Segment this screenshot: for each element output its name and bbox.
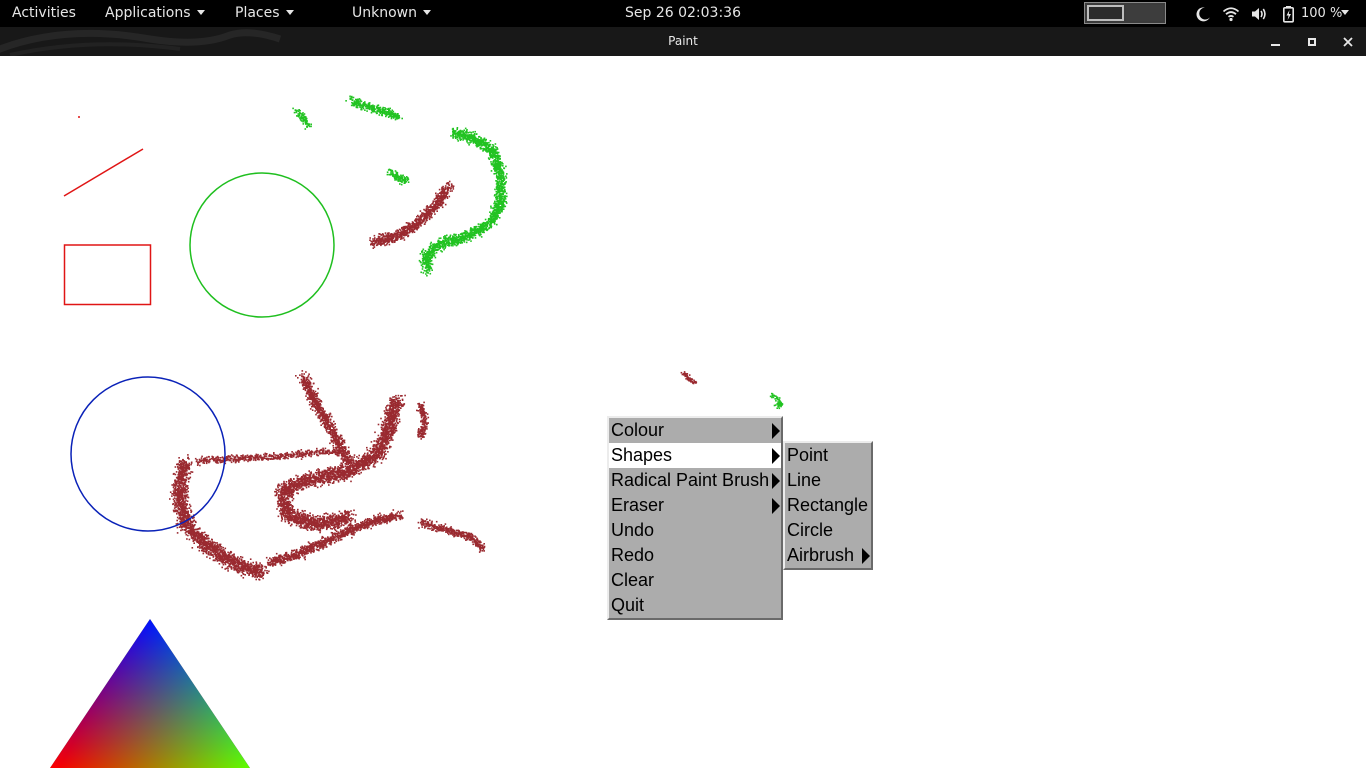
menu-item-label: Line (787, 470, 822, 490)
close-button[interactable] (1338, 32, 1358, 52)
clock[interactable]: Sep 26 02:03:36 (625, 0, 741, 27)
red-point (78, 116, 80, 118)
places-label: Places (235, 5, 280, 21)
airbrush-stroke (274, 394, 406, 534)
airbrush-stroke (386, 168, 410, 186)
menu-item-clear[interactable]: Clear (609, 568, 781, 593)
chevron-down-icon (196, 9, 205, 15)
submenu-item-point[interactable]: Point (785, 443, 871, 468)
chevron-down-icon (423, 9, 431, 15)
window-titlebar[interactable]: Paint (0, 27, 1366, 56)
submenu-arrow-icon (862, 548, 870, 564)
red-line (63, 148, 144, 197)
airbrush-stroke (418, 127, 508, 277)
submenu-arrow-icon (772, 423, 780, 439)
rgb-gradient-triangle (50, 619, 250, 768)
submenu-item-airbrush[interactable]: Airbrush (785, 543, 871, 568)
menu-item-quit[interactable]: Quit (609, 593, 781, 618)
menu-item-label: Colour (611, 420, 665, 440)
battery-icon[interactable] (1280, 5, 1298, 23)
menu-item-label: Eraser (611, 495, 665, 515)
green-circle (189, 172, 335, 318)
airbrush-stroke (416, 401, 430, 440)
red-rectangle (63, 244, 152, 306)
airbrush-stroke (769, 392, 784, 410)
airbrush-stroke (169, 454, 270, 581)
menu-item-label: Rectangle (787, 495, 869, 515)
wifi-icon[interactable] (1222, 5, 1240, 23)
menu-item-shapes[interactable]: Shapes (609, 443, 781, 468)
submenu-arrow-icon (772, 473, 780, 489)
chevron-down-icon (285, 9, 294, 15)
places-menu[interactable]: Places (235, 0, 294, 27)
applications-menu[interactable]: Applications (105, 0, 205, 27)
submenu-item-circle[interactable]: Circle (785, 518, 871, 543)
airbrush-stroke (417, 518, 486, 553)
paint-canvas[interactable] (0, 56, 1366, 768)
minimize-button[interactable] (1266, 32, 1286, 52)
menu-item-eraser[interactable]: Eraser (609, 493, 781, 518)
system-menu-button[interactable] (1335, 0, 1349, 27)
menu-item-label: Airbrush (787, 545, 855, 565)
submenu-arrow-icon (772, 498, 780, 514)
airbrush-stroke (345, 95, 403, 121)
activities-button[interactable]: Activities (12, 0, 76, 27)
workspace-2[interactable] (1126, 5, 1163, 21)
drawing-surface[interactable] (0, 56, 1366, 768)
top-bar: Activities Applications Places Unknown S… (0, 0, 1366, 27)
airbrush-stroke (194, 447, 342, 467)
menu-item-redo[interactable]: Redo (609, 543, 781, 568)
menu-item-undo[interactable]: Undo (609, 518, 781, 543)
menu-item-label: Quit (611, 595, 645, 615)
menu-item-label: Shapes (611, 445, 673, 465)
submenu-item-line[interactable]: Line (785, 468, 871, 493)
airbrush-stroke (680, 371, 698, 385)
context-menu: Colour Shapes Radical Paint Brush Eraser Und… (607, 416, 783, 620)
menu-item-label: Redo (611, 545, 655, 565)
applications-label: Applications (105, 5, 191, 21)
submenu-arrow-icon (772, 448, 780, 464)
submenu-item-rectangle[interactable]: Rectangle (785, 493, 871, 518)
shapes-submenu: Point Line Rectangle Circle Airbrush (783, 441, 873, 570)
unknown-menu[interactable]: Unknown (352, 0, 431, 27)
moon-icon[interactable] (1194, 5, 1212, 23)
menu-item-label: Clear (611, 570, 655, 590)
volume-icon[interactable] (1250, 5, 1268, 23)
menu-item-label: Point (787, 445, 829, 465)
workspace-switcher[interactable] (1084, 2, 1166, 24)
workspace-1[interactable] (1087, 5, 1124, 21)
menu-item-colour[interactable]: Colour (609, 418, 781, 443)
menu-item-label: Circle (787, 520, 834, 540)
airbrush-stroke (292, 107, 312, 130)
unknown-label: Unknown (352, 5, 417, 21)
maximize-button[interactable] (1302, 32, 1322, 52)
menu-item-label: Undo (611, 520, 655, 540)
menu-item-label: Radical Paint Brush (611, 470, 770, 490)
window-title: Paint (668, 34, 698, 48)
menu-item-radical-paint-brush[interactable]: Radical Paint Brush (609, 468, 781, 493)
chevron-down-icon (1341, 9, 1349, 15)
blue-circle (70, 376, 226, 532)
airbrush-stroke (369, 180, 455, 249)
